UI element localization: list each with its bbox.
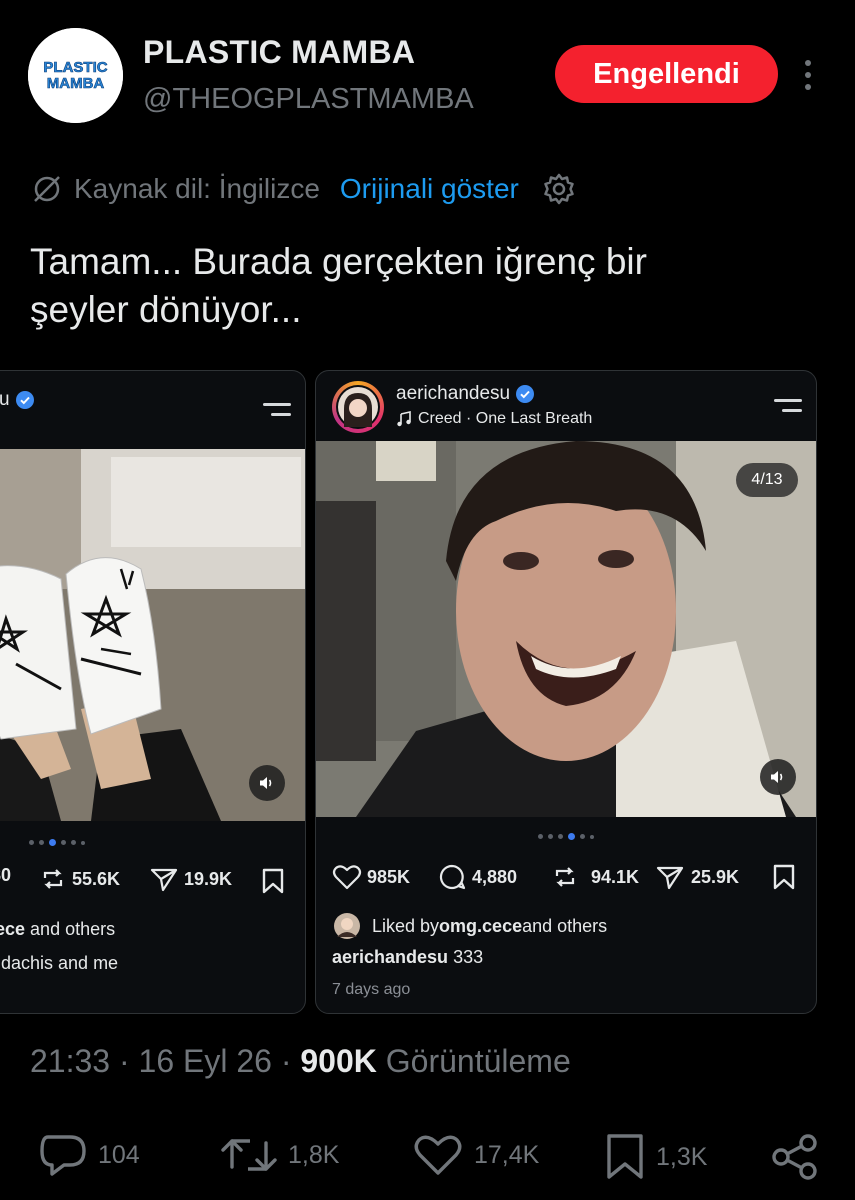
bookmark-count: 1,3K bbox=[656, 1142, 708, 1171]
no-translate-icon bbox=[34, 176, 60, 202]
send-icon bbox=[150, 868, 178, 892]
left-card-username: u bbox=[0, 389, 10, 410]
translation-row: Kaynak dil: İngilizce Orijinali göster bbox=[30, 170, 577, 208]
right-card-menu-icon[interactable] bbox=[772, 399, 802, 421]
left-card-liked-line: ece and others bbox=[0, 919, 115, 940]
right-card-mute-icon[interactable] bbox=[760, 759, 796, 795]
liked-by-user[interactable]: omg.cece bbox=[439, 916, 522, 937]
meta-separator: · bbox=[280, 1043, 292, 1079]
right-card-carousel-dots bbox=[538, 833, 594, 840]
right-card-share[interactable]: 25.9K bbox=[654, 863, 739, 891]
media-card-left[interactable]: u 80 bbox=[0, 370, 306, 1014]
reply-count: 104 bbox=[98, 1140, 140, 1169]
bookmark-icon bbox=[607, 1134, 643, 1179]
left-card-mute-icon[interactable] bbox=[249, 765, 285, 801]
comment-icon bbox=[439, 864, 466, 890]
verified-badge-icon bbox=[516, 384, 535, 403]
right-card-username[interactable]: aerichandesu bbox=[396, 383, 510, 404]
repost-icon bbox=[555, 867, 575, 887]
right-card-share-count: 25.9K bbox=[691, 866, 740, 887]
right-card-comments-count: 4,880 bbox=[472, 866, 518, 887]
like-count: 17,4K bbox=[474, 1140, 540, 1169]
more-options-icon[interactable] bbox=[798, 58, 818, 92]
tweet-time: 21:33 bbox=[30, 1043, 111, 1079]
share-icon bbox=[772, 1134, 817, 1180]
left-card-likes[interactable]: 80 bbox=[0, 865, 11, 886]
profile-avatar[interactable]: PLASTIC MAMBA bbox=[28, 28, 123, 123]
repost-button[interactable]: 1,8K bbox=[220, 1133, 339, 1177]
share-button[interactable] bbox=[770, 1133, 830, 1181]
avatar-text-bottom: MAMBA bbox=[47, 75, 105, 92]
display-name[interactable]: PLASTIC MAMBA bbox=[143, 34, 415, 71]
liked-by-suffix: and others bbox=[522, 915, 608, 936]
right-card-music-label: Creed · One Last Breath bbox=[418, 410, 593, 427]
caption-username[interactable]: aerichandesu bbox=[332, 947, 448, 967]
left-card-photo[interactable] bbox=[0, 449, 305, 821]
left-card-carousel-dots bbox=[29, 839, 85, 846]
liker-avatar bbox=[334, 913, 360, 939]
source-language-label: Kaynak dil: İngilizce bbox=[74, 173, 320, 204]
right-card-photo[interactable] bbox=[316, 441, 816, 817]
right-card-avatar[interactable] bbox=[332, 381, 384, 433]
heart-icon bbox=[332, 865, 362, 890]
user-handle[interactable]: @THEOGPLASTMAMBA bbox=[143, 83, 474, 116]
settings-gear-icon[interactable] bbox=[541, 171, 577, 207]
tweet-text-line-1: Tamam... Burada gerçekten iğrenç bir bbox=[30, 241, 647, 282]
right-card-repost[interactable]: 94.1K bbox=[550, 863, 639, 891]
liked-by-prefix: Liked by bbox=[372, 915, 440, 936]
left-card-menu-icon[interactable] bbox=[261, 403, 291, 425]
right-card-bookmark-icon[interactable] bbox=[770, 863, 798, 891]
tweet-text-line-2: şeyler dönüyor... bbox=[30, 289, 302, 330]
view-count: 900K bbox=[300, 1043, 377, 1079]
view-label: Görüntüleme bbox=[385, 1043, 571, 1079]
music-note-icon bbox=[397, 411, 411, 427]
send-icon bbox=[656, 866, 684, 890]
left-card-share[interactable]: 19.9K bbox=[149, 865, 232, 893]
right-card-likes[interactable]: 985K bbox=[332, 863, 410, 891]
right-card-comments[interactable]: 4,880 bbox=[437, 863, 517, 891]
verified-badge-icon bbox=[15, 390, 34, 409]
left-card-bookmark-icon[interactable] bbox=[259, 867, 287, 895]
left-card-liked-rest: and others bbox=[25, 919, 116, 939]
left-card-repost-count: 55.6K bbox=[72, 868, 121, 889]
left-card-repost[interactable]: 55.6K bbox=[39, 865, 120, 893]
tweet-text: Tamam... Burada gerçekten iğrenç bir şey… bbox=[30, 238, 820, 334]
media-card-right[interactable]: aerichandesu Creed · One Last Breath 4/1… bbox=[315, 370, 817, 1014]
meta-separator: · bbox=[118, 1043, 130, 1079]
right-card-time-ago: 7 days ago bbox=[332, 981, 411, 998]
right-card-likes-count: 985K bbox=[367, 866, 411, 887]
blocked-button[interactable]: Engellendi bbox=[555, 45, 778, 103]
repost-count: 1,8K bbox=[288, 1140, 340, 1169]
repost-icon bbox=[221, 1139, 277, 1171]
right-card-music[interactable]: Creed · One Last Breath bbox=[396, 410, 592, 428]
bookmark-button[interactable]: 1,3K bbox=[604, 1133, 707, 1181]
tweet-date: 16 Eyl 26 bbox=[138, 1043, 272, 1079]
carousel-counter: 4/13 bbox=[736, 463, 798, 497]
caption-text: 333 bbox=[448, 947, 484, 967]
reply-button[interactable]: 104 bbox=[38, 1133, 140, 1177]
heart-icon bbox=[414, 1135, 462, 1175]
left-card-liked-user: ece bbox=[0, 919, 26, 939]
avatar-text-top: PLASTIC bbox=[43, 59, 107, 76]
show-original-link[interactable]: Orijinali göster bbox=[340, 173, 519, 205]
left-card-share-count: 19.9K bbox=[184, 868, 233, 889]
right-card-repost-count: 94.1K bbox=[591, 866, 640, 887]
repost-icon bbox=[43, 869, 63, 889]
right-card-liked-line: Liked by omg.cece and others bbox=[334, 913, 607, 939]
left-card-likes-count: 80 bbox=[0, 865, 12, 885]
like-button[interactable]: 17,4K bbox=[412, 1133, 539, 1177]
tweet-meta: 21:33 · 16 Eyl 26 · 900K Görüntüleme bbox=[30, 1043, 571, 1080]
left-card-caption: dachis and me bbox=[1, 953, 119, 973]
right-card-caption: aerichandesu 333 bbox=[332, 947, 483, 968]
reply-icon bbox=[40, 1135, 86, 1176]
